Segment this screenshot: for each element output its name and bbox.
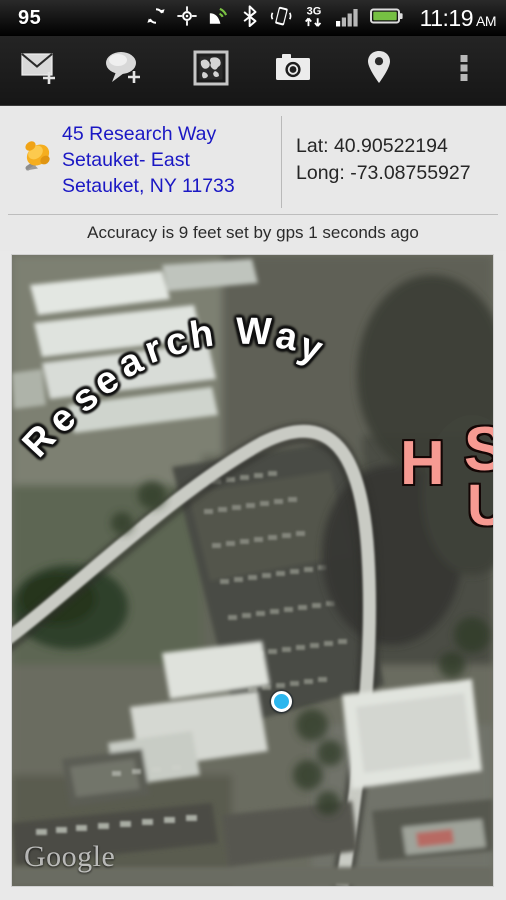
battery-icon [369, 6, 404, 31]
address-block[interactable]: 45 Research Way Setauket- East Setauket,… [0, 106, 281, 214]
action-bar[interactable] [0, 36, 506, 106]
battery-percent-label: 95 [18, 6, 42, 29]
compose-email-button[interactable] [0, 36, 84, 106]
signal-bars-icon [335, 5, 361, 32]
3g-data-icon: 3G [302, 4, 326, 33]
clock-label: 11:19 AM [419, 4, 497, 32]
gps-location-icon [176, 5, 198, 32]
map-image-button[interactable] [169, 36, 253, 106]
location-info-panel: 45 Research Way Setauket- East Setauket,… [0, 106, 506, 251]
info-row: 45 Research Way Setauket- East Setauket,… [0, 106, 506, 214]
envelope-plus-icon [19, 49, 65, 92]
bluetooth-icon [240, 4, 260, 32]
longitude-label: Long: -73.08755927 [296, 162, 471, 184]
satellite-map[interactable]: R e s e a r c h W a y H S U Google [12, 255, 493, 886]
status-icons-group: 3G [145, 4, 412, 33]
map-pin-icon [366, 49, 392, 92]
address-text[interactable]: 45 Research Way Setauket- East Setauket,… [62, 121, 235, 199]
world-map-photo-icon [190, 48, 232, 93]
latitude-label: Lat: 40.90522194 [296, 135, 448, 157]
camera-button[interactable] [253, 36, 337, 106]
status-bar[interactable]: 95 3G 11:19 AM [0, 0, 506, 36]
current-location-dot [271, 691, 292, 712]
map-imagery [12, 255, 493, 886]
wifi-hotspot-icon [207, 5, 231, 32]
map-container[interactable]: R e s e a r c h W a y H S U Google [0, 251, 506, 900]
clock-time: 11:19 [419, 4, 474, 31]
pushpin-icon [16, 134, 60, 187]
clock-ampm: AM [476, 12, 497, 29]
sync-icon [145, 5, 167, 32]
address-line-3: Setauket, NY 11733 [62, 175, 235, 197]
place-marker-button[interactable] [337, 36, 421, 106]
speech-bubble-plus-icon [103, 49, 149, 92]
address-line-1: 45 Research Way [62, 123, 217, 145]
compose-message-button[interactable] [84, 36, 168, 106]
svg-text:3G: 3G [306, 5, 321, 17]
accuracy-status-text: Accuracy is 9 feet set by gps 1 seconds … [87, 223, 419, 242]
address-line-2: Setauket- East [62, 149, 190, 171]
camera-icon [273, 51, 317, 90]
vibrate-icon [269, 5, 293, 32]
overflow-menu-button[interactable] [422, 36, 506, 106]
more-vertical-icon [457, 51, 471, 90]
coordinates-block: Lat: 40.90522194 Long: -73.08755927 [282, 106, 506, 214]
